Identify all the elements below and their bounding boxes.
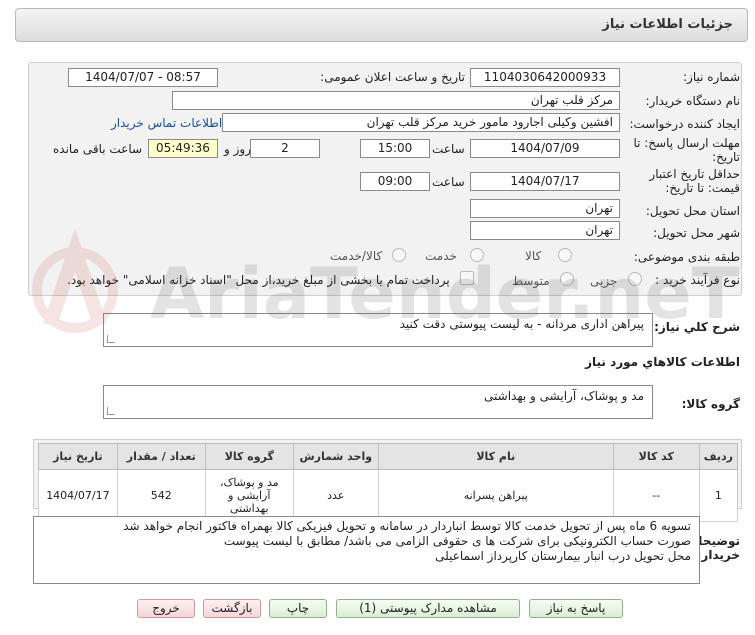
cell-group: مد و پوشاک، آرایشی و بهداشتی bbox=[204, 469, 294, 522]
attachments-button[interactable]: مشاهده مدارک پیوستی (1) bbox=[336, 599, 520, 618]
back-button[interactable]: بازگشت bbox=[203, 599, 261, 618]
category-both-label: کالا/خدمت bbox=[330, 249, 383, 263]
table-row[interactable]: 1 -- پیراهن پسرانه عدد مد و پوشاک، آرایش… bbox=[38, 469, 739, 522]
need-number-label: شماره نیاز: bbox=[683, 70, 740, 84]
creator-label: ایجاد کننده درخواست: bbox=[629, 117, 740, 131]
cell-code: -- bbox=[612, 469, 700, 522]
summary-text: پیراهن اداری مردانه - به لیست پیوستی دقت… bbox=[399, 317, 644, 331]
treasury-checkbox[interactable] bbox=[460, 271, 474, 285]
deadline-date-field: 1404/07/09 bbox=[470, 139, 620, 158]
buyer-org-field: مرکز قلب تهران bbox=[172, 91, 620, 110]
days-field: 2 bbox=[250, 139, 320, 158]
deadline-label-2: تاریخ: bbox=[712, 150, 740, 164]
validity-label-2: قیمت: تا تاریخ: bbox=[665, 181, 740, 195]
goods-group-text: مد و پوشاک، آرایشی و بهداشتی bbox=[484, 389, 644, 403]
print-button[interactable]: چاپ bbox=[269, 599, 327, 618]
province-label: استان محل تحویل: bbox=[645, 204, 740, 218]
deadline-time-label: ساعت bbox=[432, 142, 465, 156]
reply-button[interactable]: پاسخ به نیاز bbox=[529, 599, 623, 618]
category-goods-radio[interactable] bbox=[558, 248, 572, 262]
category-label: طبقه بندی موضوعی: bbox=[633, 250, 740, 264]
notes-line-3: محل تحویل درب انبار بیمارستان کارپرداز ا… bbox=[435, 549, 691, 563]
deadline-time-field: 15:00 bbox=[360, 139, 430, 158]
validity-date-field: 1404/07/17 bbox=[470, 172, 620, 191]
items-table: ردیف کد کالا نام کالا واحد شمارش گروه کا… bbox=[38, 443, 739, 522]
cell-name: پیراهن پسرانه bbox=[377, 469, 614, 522]
city-field: تهران bbox=[470, 221, 620, 240]
items-table-wrapper: ردیف کد کالا نام کالا واحد شمارش گروه کا… bbox=[33, 439, 742, 522]
table-header-row: ردیف کد کالا نام کالا واحد شمارش گروه کا… bbox=[38, 443, 739, 470]
resize-handle-icon[interactable] bbox=[107, 335, 115, 343]
notes-textarea[interactable]: تسویه 6 ماه پس از تحویل خدمت کالا توسط ا… bbox=[33, 516, 700, 584]
goods-group-label: گروه كالا: bbox=[681, 397, 740, 411]
need-number-field: 1104030642000933 bbox=[470, 68, 620, 87]
summary-label: شرح كلي نياز: bbox=[654, 320, 740, 334]
creator-field: افشین وکیلی اجارود مامور خرید مرکز قلب ت… bbox=[222, 113, 620, 132]
cell-unit: عدد bbox=[292, 469, 379, 522]
cell-date: 1404/07/17 bbox=[38, 469, 118, 522]
city-label: شهر محل تحویل: bbox=[653, 226, 740, 240]
col-row-header: ردیف bbox=[698, 443, 739, 470]
notes-line-2: صورت حساب الکترونیکی برای شرکت ها ی حقوق… bbox=[223, 534, 691, 548]
process-minor-label: جزیی bbox=[590, 274, 618, 288]
cell-row: 1 bbox=[698, 469, 739, 522]
province-field: تهران bbox=[470, 199, 620, 218]
cell-qty: 542 bbox=[116, 469, 206, 522]
validity-time-field: 09:00 bbox=[360, 172, 430, 191]
exit-button[interactable]: خروج bbox=[137, 599, 195, 618]
buyer-contact-link[interactable]: اطلاعات تماس خریدار bbox=[111, 116, 222, 130]
resize-handle-icon[interactable] bbox=[107, 407, 115, 415]
col-group-header: گروه کالا bbox=[204, 443, 294, 470]
goods-group-textarea[interactable]: مد و پوشاک، آرایشی و بهداشتی bbox=[103, 385, 653, 419]
announce-label: تاریخ و ساعت اعلان عمومی: bbox=[320, 70, 465, 84]
deadline-label: مهلت ارسال پاسخ: تا bbox=[633, 136, 740, 150]
process-medium-label: متوسط bbox=[512, 274, 550, 288]
col-name-header: نام کالا bbox=[377, 443, 614, 470]
category-goods-label: کالا bbox=[525, 249, 542, 263]
remaining-time-field: 05:49:36 bbox=[148, 139, 218, 158]
notes-line-1: تسویه 6 ماه پس از تحویل خدمت کالا توسط ا… bbox=[123, 519, 691, 533]
process-label: نوع فرآیند خرید : bbox=[655, 273, 740, 287]
validity-label: حداقل تاریخ اعتبار bbox=[649, 167, 740, 181]
notes-label-2: خریدار: bbox=[696, 548, 740, 562]
col-date-header: تاریخ نیاز bbox=[38, 443, 118, 470]
validity-time-label: ساعت bbox=[432, 175, 465, 189]
announce-field: 1404/07/07 - 08:57 bbox=[68, 68, 218, 87]
col-qty-header: تعداد / مقدار bbox=[116, 443, 206, 470]
category-service-label: خدمت bbox=[425, 249, 457, 263]
goods-section-title: اطلاعات كالاهاي مورد نياز bbox=[585, 355, 740, 369]
treasury-note: پرداخت تمام یا بخشی از مبلغ خرید،از محل … bbox=[67, 273, 450, 287]
category-service-radio[interactable] bbox=[470, 248, 484, 262]
process-minor-radio[interactable] bbox=[628, 272, 642, 286]
page-header: جزئیات اطلاعات نیاز bbox=[15, 8, 748, 42]
col-code-header: کد کالا bbox=[612, 443, 700, 470]
buyer-org-label: نام دستگاه خریدار: bbox=[645, 94, 741, 108]
days-label: روز و bbox=[224, 142, 251, 156]
process-medium-radio[interactable] bbox=[560, 272, 574, 286]
remaining-label: ساعت باقی مانده bbox=[53, 142, 143, 156]
summary-textarea[interactable]: پیراهن اداری مردانه - به لیست پیوستی دقت… bbox=[103, 313, 653, 347]
col-unit-header: واحد شمارش bbox=[292, 443, 379, 470]
category-both-radio[interactable] bbox=[392, 248, 406, 262]
